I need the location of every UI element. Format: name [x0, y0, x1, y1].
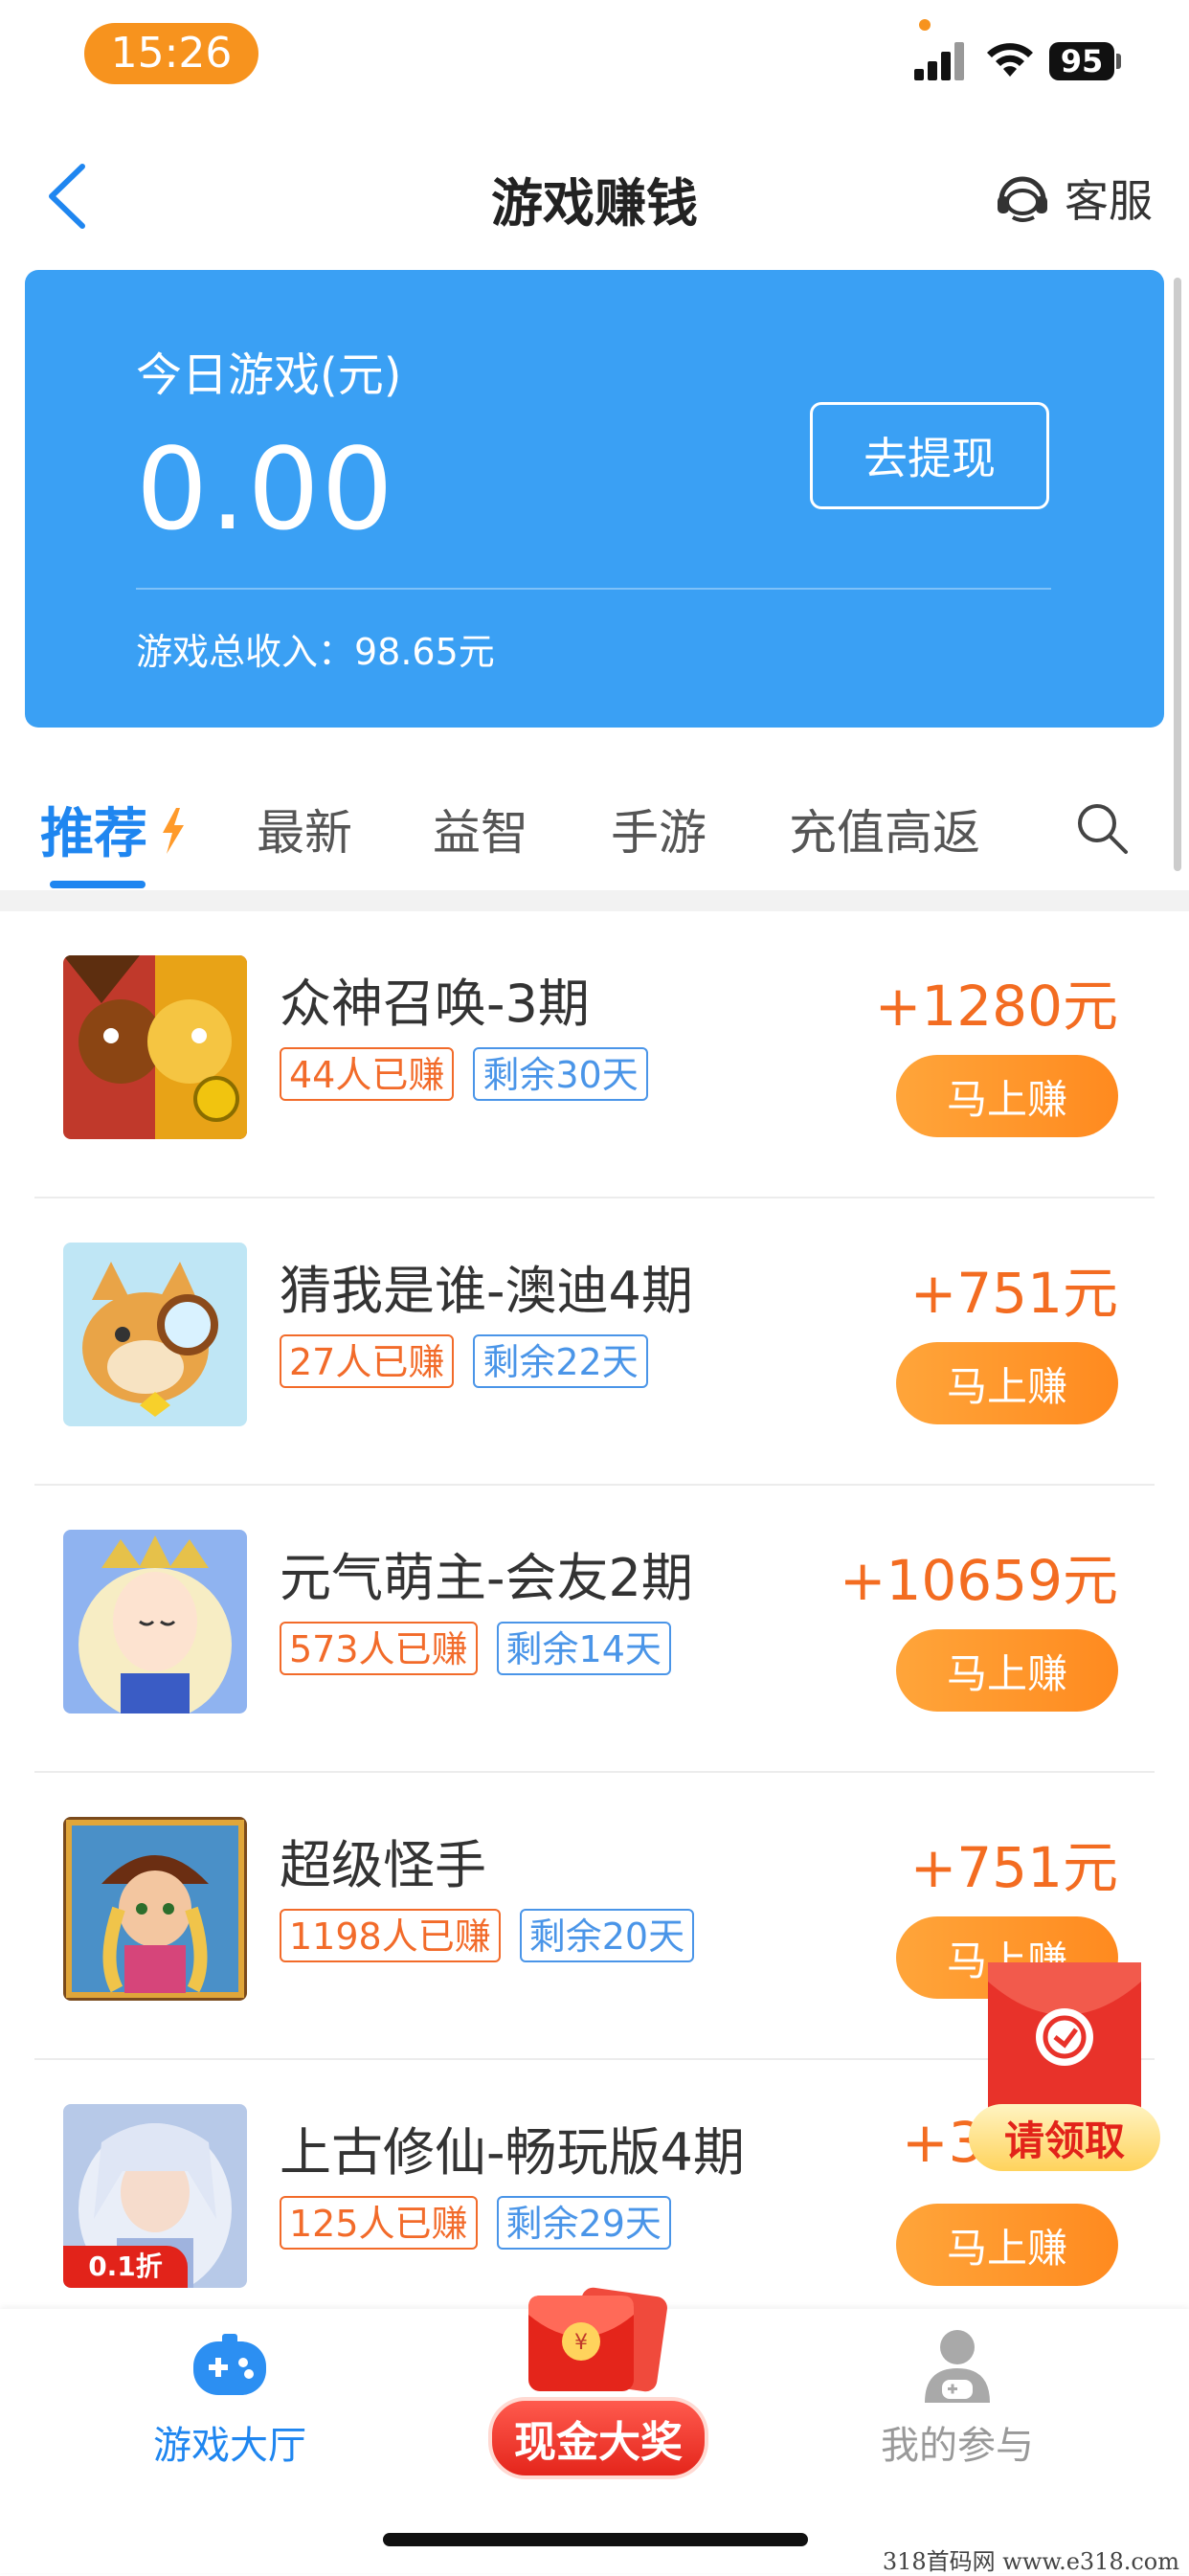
customer-service-label: 客服: [1065, 175, 1153, 227]
svg-text:¥: ¥: [574, 2331, 588, 2355]
game-list-item[interactable]: 元气萌主-会友2期 573人已赚 剩余14天 +10659元 马上赚: [0, 1486, 1189, 1773]
earned-count-badge: 573人已赚: [280, 1622, 478, 1675]
reward-amount: +10659元: [839, 1548, 1118, 1613]
game-thumbnail-image: [63, 1817, 247, 2001]
user-gamepad-icon: [925, 2330, 990, 2403]
battery-tip: [1116, 54, 1121, 69]
withdraw-button[interactable]: 去提现: [810, 402, 1049, 509]
claim-label[interactable]: 请领取: [969, 2104, 1160, 2171]
game-list-item[interactable]: 猜我是谁-澳迪4期 27人已赚 剩余22天 +751元 马上赚: [0, 1198, 1189, 1486]
game-title: 元气萌主-会友2期: [280, 1548, 693, 1608]
reward-amount: +1280元: [874, 974, 1118, 1039]
game-thumbnail-image: [63, 955, 247, 1139]
earn-now-button[interactable]: 马上赚: [896, 1342, 1118, 1424]
reward-amount: +751元: [909, 1261, 1118, 1326]
lightning-icon: [163, 808, 184, 854]
today-earnings-amount: 0.00: [136, 423, 395, 555]
nav-my-participation-label: 我的参与: [881, 2424, 1034, 2468]
days-remaining-badge: 剩余30天: [473, 1047, 648, 1101]
home-indicator: [383, 2533, 808, 2546]
game-title: 猜我是谁-澳迪4期: [280, 1261, 693, 1321]
tab-recharge-rebate[interactable]: 充值高返: [789, 795, 980, 863]
earn-now-button[interactable]: 马上赚: [896, 1629, 1118, 1712]
earned-count-badge: 44人已赚: [280, 1047, 455, 1101]
red-packet-icon: ¥: [528, 2287, 667, 2392]
game-thumbnail-image: [63, 1243, 247, 1426]
game-thumbnail-image: [63, 1530, 247, 1714]
category-tabs: 推荐 最新 益智 手游 充值高返: [0, 795, 1189, 890]
search-icon[interactable]: [1072, 798, 1133, 860]
days-remaining-badge: 剩余22天: [473, 1334, 648, 1388]
battery-level: 95: [1049, 42, 1114, 80]
total-income-text: 游戏总收入：98.65元: [136, 631, 495, 673]
days-remaining-badge: 剩余20天: [519, 1909, 695, 1962]
card-divider: [136, 588, 1051, 590]
discount-badge: 0.1折: [63, 2246, 188, 2288]
days-remaining-badge: 剩余14天: [496, 1622, 671, 1675]
watermark-text: 318首码网 www.e318.com: [882, 2548, 1179, 2575]
tab-newest[interactable]: 最新: [257, 795, 352, 863]
game-title: 众神召唤-3期: [280, 974, 590, 1034]
earn-now-button[interactable]: 马上赚: [896, 2204, 1118, 2286]
days-remaining-badge: 剩余29天: [496, 2196, 671, 2250]
customer-service-button[interactable]: 客服: [992, 165, 1153, 232]
active-tab-indicator: [50, 881, 146, 888]
floating-red-packet[interactable]: 请领取: [969, 1962, 1160, 2188]
game-list-item[interactable]: 众神召唤-3期 44人已赚 剩余30天 +1280元 马上赚: [0, 911, 1189, 1198]
game-thumbnail-image: 0.1折: [63, 2104, 247, 2288]
status-time: 15:26: [84, 23, 258, 84]
wifi-icon: [987, 43, 1033, 77]
reward-amount: +751元: [909, 1835, 1118, 1900]
earn-now-button[interactable]: 马上赚: [896, 1055, 1118, 1137]
scrollbar[interactable]: [1174, 278, 1181, 871]
privacy-indicator-dot: [919, 19, 931, 31]
headset-icon: [998, 176, 1047, 222]
nav-game-hall-label: 游戏大厅: [153, 2424, 306, 2468]
nav-cash-prize-label[interactable]: 现金大奖: [488, 2397, 708, 2479]
section-separator: [0, 890, 1189, 911]
tab-mobile-games[interactable]: 手游: [611, 795, 707, 863]
gamepad-icon: [193, 2334, 266, 2395]
tab-puzzle[interactable]: 益智: [433, 795, 528, 863]
tab-recommended[interactable]: 推荐: [40, 791, 147, 868]
game-title: 上古修仙-畅玩版4期: [280, 2122, 745, 2183]
game-title: 超级怪手: [280, 1835, 486, 1895]
earned-count-badge: 125人已赚: [280, 2196, 478, 2250]
earnings-card: 今日游戏(元) 0.00 去提现 游戏总收入：98.65元: [25, 270, 1164, 728]
today-earnings-label: 今日游戏(元): [136, 348, 402, 402]
cellular-signal-icon: [914, 42, 968, 80]
earned-count-badge: 27人已赚: [280, 1334, 455, 1388]
earned-count-badge: 1198人已赚: [280, 1909, 501, 1962]
